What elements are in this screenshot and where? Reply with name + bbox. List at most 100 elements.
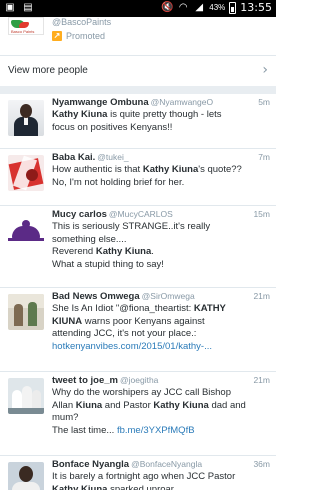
promoted-indicator: ↗ Promoted [52, 31, 105, 41]
tweet-text-segment: 's quote?? [198, 164, 242, 175]
notification-icons: ▣ ▤ [4, 2, 34, 14]
tweet-text-segment: Why do the worshipers ay JCC call Bishop [52, 387, 231, 398]
tweet-screen-name[interactable]: @SirOmwega [142, 291, 195, 301]
promoted-icon: ↗ [52, 31, 62, 41]
briefcase-notification-icon: ▤ [23, 2, 33, 13]
highlighted-keyword: Kiuna [75, 399, 103, 411]
tweet-link[interactable]: fb.me/3YXPfMQfB [117, 425, 195, 436]
tweet-screen-name[interactable]: @joegitha [120, 375, 158, 385]
highlighted-keyword: Kathy Kiuna [153, 399, 209, 411]
tweet-text-line: attending JCC, it's not your place.: [52, 328, 270, 341]
silent-mode-icon: 🔇 [161, 1, 174, 13]
tweet-screen-name[interactable]: @BonfaceNyangla [131, 459, 202, 469]
tweet-text-line: KIUNA warns poor Kenyans against [52, 316, 270, 329]
tweet-text-segment: focus on positives Kenyans!! [52, 121, 173, 133]
tweet-text-line: Kathy Kiuna is quite pretty though - let… [52, 109, 270, 122]
tweet-link[interactable]: hotkenyanvibes.com/2015/01/kathy-... [52, 341, 212, 352]
tweet-text-line: Allan Kiuna and Pastor Kathy Kiuna dad a… [52, 400, 270, 413]
avatar[interactable] [8, 100, 44, 136]
tweet-text-segment: The last time... [52, 424, 117, 436]
tweet-text-line: What a stupid thing to say! [52, 259, 270, 272]
tweet-text-segment: warns poor Kenyans against [82, 315, 205, 327]
tweet-screen-name[interactable]: @NyamwangeO [151, 97, 213, 107]
tweet-text: This is seriously STRANGE..it's really so… [52, 221, 270, 271]
tweet-text-segment: mum? [52, 412, 79, 424]
tweet-text: Kathy Kiuna is quite pretty though - let… [52, 109, 270, 134]
tweet-author-name[interactable]: Nyamwange Ombuna [52, 97, 149, 108]
tweet-text-segment: This is seriously STRANGE..it's really [52, 221, 211, 232]
tweet-author-name[interactable]: Bonface Nyangla [52, 459, 129, 470]
tweet-text: It is barely a fortnight ago when JCC Pa… [52, 471, 270, 490]
tweet-text-segment: Allan [52, 399, 76, 411]
tweet-author-name[interactable]: Mucy carlos [52, 209, 107, 220]
tweet-text-segment: is quite pretty though - lets [107, 109, 222, 120]
avatar[interactable] [8, 212, 44, 248]
tweet-screen-name[interactable]: @tukei_ [97, 152, 128, 162]
status-bar: ▣ ▤ 🔇 ◠ ◢ 43% 13:55 [0, 0, 276, 17]
logo-text: Basco Paints [11, 29, 35, 34]
tweet-text-segment: dad and [208, 399, 246, 411]
tweet-text-line: How authentic is that Kathy Kiuna's quot… [52, 164, 270, 177]
tweet-text-line: Reverend Kathy Kiuna. [52, 246, 270, 259]
tweet-text-segment: It is barely a fortnight ago when JCC Pa… [52, 471, 236, 482]
clock: 13:55 [240, 1, 272, 14]
tweet[interactable]: Mucy carlos @MucyCARLOS 15m This is serio… [0, 206, 276, 288]
chevron-right-icon[interactable]: › [262, 62, 268, 78]
highlighted-keyword: Kathy Kiuna [142, 164, 199, 175]
promoted-handle[interactable]: @BascoPaints [52, 17, 111, 27]
view-more-label[interactable]: View more people [8, 65, 88, 76]
signal-icon: ◢ [195, 1, 204, 13]
section-separator [0, 86, 276, 94]
tweet-text-line: hotkenyanvibes.com/2015/01/kathy-... [52, 341, 270, 354]
tweet-text-line: This is seriously STRANGE..it's really [52, 221, 270, 234]
basco-paints-logo: Basco Paints [8, 17, 44, 35]
tweet-author-name[interactable]: Baba Kai. [52, 152, 95, 163]
battery-percent: 43% [209, 3, 226, 12]
tweet-time: 5m [258, 97, 270, 107]
battery-icon [229, 1, 237, 14]
tweet-author-name[interactable]: tweet to joe_m [52, 375, 118, 386]
tweet-time: 7m [258, 152, 270, 162]
tweet[interactable]: Bad News Omwega @SirOmwega 21m She Is An … [0, 288, 276, 372]
tweet[interactable]: Baba Kai. @tukei_ 7m How authentic is tha… [0, 149, 276, 206]
tweet-screen-name[interactable]: @MucyCARLOS [109, 209, 173, 219]
tweet-text-segment: sparked uproar [107, 483, 174, 490]
tweet-text-line: Kathy Kiuna sparked uproar [52, 484, 270, 490]
tweet-text-segment: something else.... [52, 233, 127, 245]
avatar[interactable] [8, 294, 44, 330]
tweet-text: Why do the worshipers ay JCC call Bishop… [52, 387, 270, 437]
tweet-text-segment: Reverend [52, 246, 96, 258]
view-more-people-row[interactable]: View more people › [0, 56, 276, 86]
avatar[interactable] [8, 378, 44, 414]
tweet-time: 15m [253, 209, 270, 219]
tweet-time: 21m [253, 375, 270, 385]
promoted-account-card[interactable]: Basco Paints @BascoPaints ↗ Promoted [0, 17, 276, 50]
avatar[interactable] [8, 155, 44, 191]
wifi-icon: ◠ [178, 1, 188, 13]
tweet-author-name[interactable]: Bad News Omwega [52, 291, 140, 302]
highlighted-keyword: Kathy Kiuna [95, 246, 152, 258]
tweet-text-line: The last time... fb.me/3YXPfMQfB [52, 425, 270, 438]
tweet-text-line: Why do the worshipers ay JCC call Bishop [52, 387, 270, 400]
tweet-text-segment: No, I'm not holding brief for her. [52, 176, 185, 188]
tweet-text: She Is An Idiot "@fiona_theartist: KATHY… [52, 303, 270, 353]
tweet-text: How authentic is that Kathy Kiuna's quot… [52, 164, 270, 189]
tweet-text-segment: attending JCC, it's not your place.: [52, 328, 197, 340]
logo-mark-red [19, 22, 29, 28]
tweet[interactable]: Bonface Nyangla @BonfaceNyangla 36m It is… [0, 456, 276, 490]
highlighted-keyword: KATHY [193, 303, 226, 314]
highlighted-keyword: KIUNA [52, 315, 83, 327]
tweet-time: 36m [253, 459, 270, 469]
tweet-text-segment: . [151, 246, 154, 258]
tweet-text-line: focus on positives Kenyans!! [52, 122, 270, 135]
image-notification-icon: ▣ [5, 2, 15, 13]
tweet[interactable]: Nyamwange Ombuna @NyamwangeO 5m Kathy Kiu… [0, 94, 276, 149]
tweet[interactable]: tweet to joe_m @joegitha 21m Why do the w… [0, 372, 276, 456]
tweet-text-line: something else.... [52, 234, 270, 247]
highlighted-keyword: Kathy Kiuna [52, 109, 108, 120]
promoted-label: Promoted [66, 31, 106, 41]
avatar[interactable] [8, 462, 44, 490]
highlighted-keyword: Kathy Kiuna [52, 483, 108, 490]
tweet-text-line: mum? [52, 412, 270, 425]
tweet-text-line: It is barely a fortnight ago when JCC Pa… [52, 471, 270, 484]
